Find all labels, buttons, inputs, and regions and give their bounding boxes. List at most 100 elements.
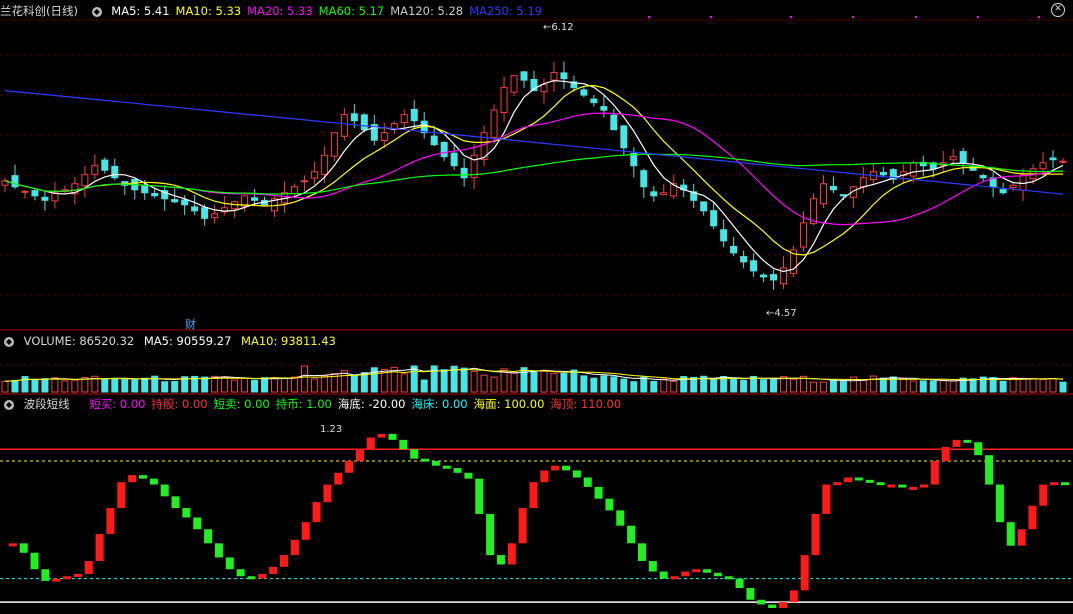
candle-body <box>829 185 837 191</box>
candle-body <box>959 151 967 164</box>
ma-legend: MA5: 5.41 MA10: 5.33 MA20: 5.33 MA60: 5.17 M… <box>111 4 548 18</box>
signal-bar <box>345 461 354 473</box>
signal-bar <box>507 543 516 565</box>
candle-body <box>710 210 718 227</box>
volume-bar <box>1039 378 1047 393</box>
volume-bar <box>161 381 169 393</box>
financial-report-mark[interactable]: 财 <box>185 316 196 332</box>
volume-bar <box>869 375 877 393</box>
signal-bar <box>323 484 332 503</box>
signal-bar <box>63 576 72 580</box>
ma-legend-item: MA60: 5.17 <box>318 4 385 18</box>
signal-bar <box>117 482 126 509</box>
signal-bar <box>236 569 245 577</box>
candle-body <box>330 132 338 157</box>
indicator-legend-item: 海床: 0.00 <box>411 397 468 411</box>
volume-bar <box>610 376 618 393</box>
signal-bar <box>160 484 169 497</box>
signal-bar <box>746 588 755 600</box>
signal-bar <box>822 484 831 514</box>
candle-body <box>660 192 668 196</box>
candle-body <box>400 114 408 124</box>
volume-bar <box>241 377 249 393</box>
signal-bar <box>41 569 50 581</box>
volume-bar <box>790 378 798 393</box>
candle-body <box>540 84 548 93</box>
signal-bar <box>1006 522 1015 546</box>
close-icon[interactable]: ✕ <box>1051 3 1065 17</box>
candle-body <box>1039 162 1047 170</box>
candle-body <box>720 229 728 242</box>
signal-bar <box>496 555 505 565</box>
signal-bar <box>225 557 234 570</box>
volume-bar <box>131 379 139 393</box>
signal-bar <box>95 533 104 561</box>
signal-bar <box>659 571 668 579</box>
volume-bar <box>550 372 558 393</box>
volume-bar <box>61 380 69 393</box>
volume-toggle-icon[interactable]: ◆ <box>4 336 14 347</box>
signal-bar <box>366 437 375 450</box>
signal-bar <box>648 560 657 572</box>
candle-body <box>251 197 259 201</box>
stock-title: 兰花科创(日线) <box>0 4 78 18</box>
signal-bar <box>1050 482 1059 486</box>
signal-bar <box>703 569 712 573</box>
signal-bar <box>84 560 93 574</box>
ma-legend-item: MA250: 5.19 <box>469 4 542 18</box>
signal-bar <box>919 484 928 488</box>
indicator-legend: 短买: 0.00 持股: 0.00 短卖: 0.00 持币: 1.00 海底: -20.… <box>89 397 627 411</box>
volume-bar <box>1 380 9 393</box>
volume-bar <box>1019 378 1027 393</box>
candle-body <box>730 246 738 254</box>
candle-body <box>560 72 568 80</box>
volume-bar <box>650 381 658 393</box>
candle-body <box>979 175 987 179</box>
candle-body <box>590 98 598 104</box>
volume-bar <box>251 379 259 393</box>
candle-body <box>111 165 119 179</box>
volume-bar <box>809 381 817 393</box>
volume-bar <box>580 375 588 393</box>
volume-bar <box>909 380 917 393</box>
candle-body <box>211 213 219 219</box>
volume-bar <box>590 377 598 393</box>
candle-body <box>839 194 847 197</box>
signal-bar <box>30 552 39 570</box>
volume-bar <box>370 367 378 393</box>
volume-bar <box>939 380 947 393</box>
volume-bar <box>630 381 638 393</box>
signal-bar <box>778 602 787 608</box>
volume-bar <box>121 379 129 393</box>
volume-bar <box>919 380 927 393</box>
candle-body <box>21 190 29 193</box>
volume-bar <box>470 370 478 393</box>
candle-body <box>191 206 199 212</box>
signal-bar <box>713 572 722 577</box>
candle-body <box>460 167 468 179</box>
candle-body <box>1049 157 1057 161</box>
volume-bar <box>51 377 59 393</box>
settings-toggle-icon[interactable]: ◆ <box>91 6 102 17</box>
volume-bar <box>839 381 847 393</box>
volume-bar <box>949 380 957 393</box>
volume-bar <box>770 379 778 393</box>
candle-body <box>11 175 19 188</box>
signal-bar <box>73 573 82 577</box>
signal-bar <box>421 458 430 462</box>
volume-bar <box>141 377 149 393</box>
indicator-legend-item: 海底: -20.00 <box>337 397 406 411</box>
candle-body <box>740 256 748 263</box>
candle-body <box>1009 184 1017 189</box>
signal-bar <box>800 555 809 591</box>
candle-body <box>350 113 358 122</box>
volume-bar <box>11 379 19 393</box>
volume-bar <box>460 367 468 393</box>
candle-body <box>410 108 418 122</box>
signal-bar <box>735 578 744 589</box>
signal-bar <box>670 576 679 580</box>
signal-bar <box>854 477 863 481</box>
indicator-toggle-icon[interactable]: ◆ <box>4 399 14 410</box>
volume-bar <box>71 379 79 393</box>
signal-bar <box>1039 484 1048 506</box>
